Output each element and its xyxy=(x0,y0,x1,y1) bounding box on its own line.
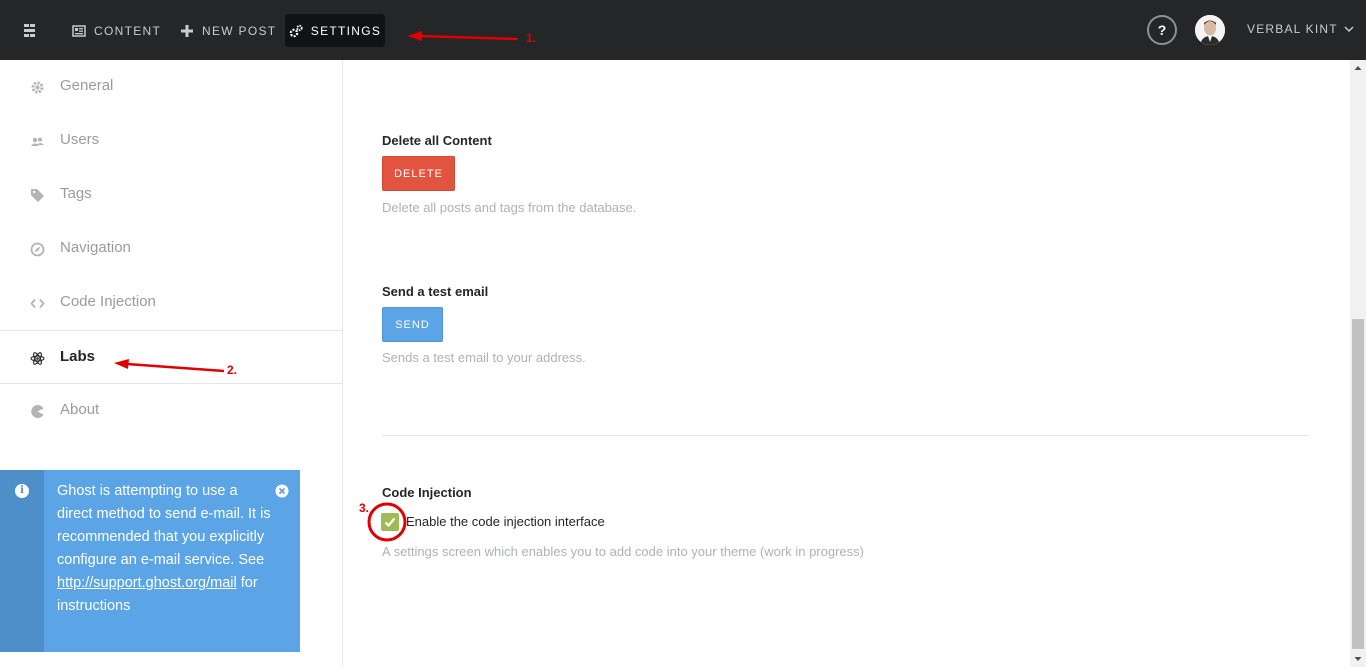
atom-icon xyxy=(30,351,45,366)
nav-settings-label: SETTINGS xyxy=(310,23,382,38)
tag-icon xyxy=(30,188,45,203)
user-name-label: VERBAL KINT xyxy=(1247,22,1338,36)
plus-icon xyxy=(180,24,194,38)
nav-new-post-label: NEW POST xyxy=(202,23,277,38)
users-icon xyxy=(30,134,45,149)
menu-toggle-icon[interactable] xyxy=(16,18,44,42)
user-avatar[interactable] xyxy=(1195,15,1225,45)
top-navigation-bar: CONTENT NEW POST SETTINGS ? VERBAL KINT xyxy=(0,0,1366,60)
info-icon: i xyxy=(15,484,29,498)
sidebar-item-about[interactable]: About xyxy=(0,384,342,438)
sidebar-item-label: Labs xyxy=(60,348,96,365)
nav-content[interactable]: CONTENT xyxy=(72,14,161,47)
sidebar-item-label: About xyxy=(60,401,100,418)
section-divider xyxy=(382,435,1309,436)
scroll-down-arrow-icon[interactable] xyxy=(1350,651,1366,667)
annotation-label-1: 1. xyxy=(526,31,537,45)
delete-help-text: Delete all posts and tags from the datab… xyxy=(382,200,637,215)
delete-content-title: Delete all Content xyxy=(382,133,492,148)
checkmark-icon xyxy=(384,517,396,528)
sidebar-item-tags[interactable]: Tags xyxy=(0,168,342,222)
compass-icon xyxy=(30,242,45,257)
sidebar-item-navigation[interactable]: Navigation xyxy=(0,222,342,276)
pacman-icon xyxy=(30,404,45,419)
content-icon xyxy=(72,24,86,38)
sidebar-item-users[interactable]: Users xyxy=(0,114,342,168)
sidebar-item-label: Code Injection xyxy=(60,293,156,310)
email-warning-notification: i Ghost is attempting to use a direct me… xyxy=(0,470,300,652)
nav-new-post[interactable]: NEW POST xyxy=(180,14,276,47)
sidebar-item-general[interactable]: General xyxy=(0,60,342,114)
nav-content-label: CONTENT xyxy=(94,23,162,38)
page-scrollbar[interactable] xyxy=(1350,60,1366,667)
support-link[interactable]: http://support.ghost.org/mail xyxy=(57,575,237,591)
notification-message: Ghost is attempting to use a direct meth… xyxy=(57,480,277,618)
annotation-label-3: 3. xyxy=(359,501,370,515)
notification-text: Ghost is attempting to use a direct meth… xyxy=(57,483,271,568)
sidebar-item-label: Tags xyxy=(60,185,92,202)
user-menu[interactable]: VERBAL KINT xyxy=(1247,22,1354,36)
sidebar-item-label: Users xyxy=(60,131,100,148)
annotation-label-2: 2. xyxy=(227,363,238,377)
help-button-label: ? xyxy=(1157,22,1167,38)
scrollbar-thumb[interactable] xyxy=(1352,319,1364,649)
send-help-text: Sends a test email to your address. xyxy=(382,350,586,365)
code-injection-title: Code Injection xyxy=(382,485,472,500)
code-injection-checkbox-label[interactable]: Enable the code injection interface xyxy=(406,514,605,529)
sidebar-item-label: General xyxy=(60,77,114,94)
close-icon[interactable] xyxy=(275,484,289,498)
sidebar-item-code-injection[interactable]: Code Injection xyxy=(0,276,342,330)
gear-icon xyxy=(30,80,45,95)
code-injection-help-text: A settings screen which enables you to a… xyxy=(382,544,864,559)
code-icon xyxy=(30,296,45,311)
sidebar-item-labs[interactable]: Labs xyxy=(0,330,342,384)
send-button[interactable]: SEND xyxy=(382,307,443,342)
scroll-up-arrow-icon[interactable] xyxy=(1350,60,1366,76)
help-button[interactable]: ? xyxy=(1147,15,1177,45)
code-injection-checkbox[interactable] xyxy=(381,513,399,531)
sidebar-item-label: Navigation xyxy=(60,239,131,256)
gear-icon xyxy=(289,24,303,38)
chevron-down-icon xyxy=(1344,25,1354,32)
delete-button[interactable]: DELETE xyxy=(382,156,455,191)
nav-settings[interactable]: SETTINGS xyxy=(285,14,385,47)
clipped-text-fragment xyxy=(460,50,500,55)
test-email-title: Send a test email xyxy=(382,284,489,299)
